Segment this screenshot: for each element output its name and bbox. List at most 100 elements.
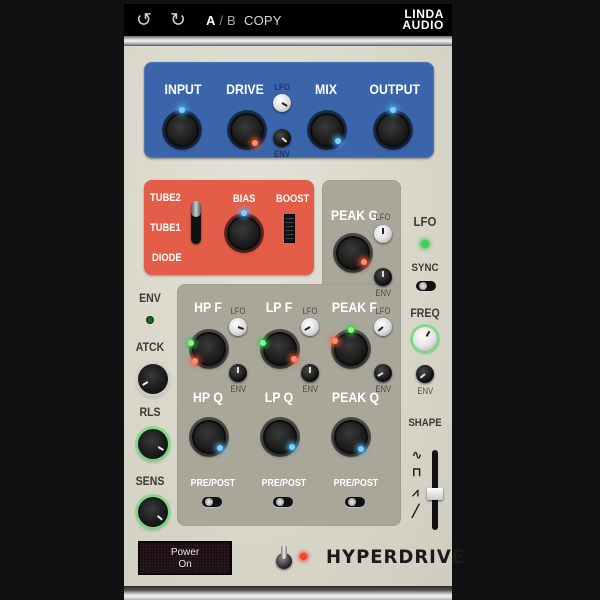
peak-g-knob[interactable] xyxy=(336,236,370,270)
hp-pre-post-toggle[interactable] xyxy=(202,497,222,507)
lp-q-knob[interactable] xyxy=(263,420,297,454)
peak-q-value-glow xyxy=(358,446,364,452)
peak-q-label: PEAK Q xyxy=(331,389,380,405)
sens-label: SENS xyxy=(135,474,165,488)
peak-f-env-mod-knob[interactable] xyxy=(374,364,392,382)
attack-knob[interactable] xyxy=(138,364,168,394)
hp-f-label: HP F xyxy=(194,299,222,315)
bias-knob[interactable] xyxy=(227,210,261,250)
release-knob[interactable] xyxy=(138,429,168,459)
lfo-env-label: ENV xyxy=(417,386,434,396)
mode-tube1-label: TUBE1 xyxy=(150,222,181,234)
input-knob[interactable] xyxy=(165,107,199,147)
output-knob[interactable] xyxy=(376,107,410,147)
peak-f-knob[interactable] xyxy=(332,327,368,366)
sync-label: SYNC xyxy=(411,262,439,274)
hp-q-knob[interactable] xyxy=(192,420,226,454)
input-value-glow xyxy=(179,107,185,113)
lp-f-env-mod-knob[interactable] xyxy=(301,364,319,382)
boost-switch[interactable] xyxy=(284,214,295,243)
plugin-toolbar: ↺ ↻ A / B COPY LINDA AUDIO xyxy=(124,4,452,36)
peak-g-env-mod-knob[interactable] xyxy=(374,268,392,286)
attack-label: ATCK xyxy=(135,340,165,354)
brand-line-2: AUDIO xyxy=(402,18,444,32)
power-toggle-switch[interactable] xyxy=(275,545,293,569)
undo-icon[interactable]: ↺ xyxy=(136,9,152,32)
lp-f-env-label: ENV xyxy=(302,384,319,394)
input-label: INPUT xyxy=(164,81,202,97)
lp-f-glow-green xyxy=(260,340,266,346)
lp-f-lfo-mod-knob[interactable] xyxy=(301,318,319,336)
env-led xyxy=(146,316,154,324)
peak-f-lfo-label: LFO xyxy=(375,306,391,316)
brand-logo: LINDA AUDIO xyxy=(402,8,444,32)
ab-compare-button[interactable]: A / B xyxy=(206,13,236,28)
release-label: RLS xyxy=(139,405,161,419)
hp-f-glow-red xyxy=(192,358,198,364)
tube-mode-switch[interactable] xyxy=(191,201,201,244)
drive-env-mod-knob[interactable] xyxy=(273,129,291,147)
hp-f-env-label: ENV xyxy=(230,384,247,394)
drive-knob[interactable] xyxy=(230,113,264,147)
hp-pre-post-label: PRE/POST xyxy=(190,478,236,489)
lfo-sync-toggle[interactable] xyxy=(416,281,436,291)
mode-diode-label: DIODE xyxy=(152,252,182,264)
preset-b-label: B xyxy=(227,13,236,28)
redo-icon[interactable]: ↻ xyxy=(170,9,186,32)
hp-f-glow-green xyxy=(188,340,194,346)
lp-q-value-glow xyxy=(289,444,295,450)
drive-env-label: ENV xyxy=(274,149,290,159)
power-display-line-1: Power xyxy=(170,547,200,558)
lp-f-knob[interactable] xyxy=(260,332,297,366)
peak-pre-post-toggle[interactable] xyxy=(345,497,365,507)
peak-f-glow-green xyxy=(348,327,354,333)
lp-f-label: LP F xyxy=(265,299,293,315)
sine-wave-icon: ∿ xyxy=(412,448,423,462)
lfo-freq-knob[interactable] xyxy=(413,327,437,351)
lp-f-lfo-label: LFO xyxy=(302,306,318,316)
env-title: ENV xyxy=(139,291,161,305)
preset-a-label: A xyxy=(206,13,216,28)
lp-pre-post-label: PRE/POST xyxy=(261,478,307,489)
sens-knob[interactable] xyxy=(138,497,168,527)
product-name: HYPERDRIVE xyxy=(326,546,466,568)
peak-f-lfo-mod-knob[interactable] xyxy=(374,318,392,336)
hp-q-label: HP Q xyxy=(193,389,223,405)
hp-f-knob[interactable] xyxy=(188,332,226,366)
boost-label: BOOST xyxy=(276,193,310,205)
bias-value-glow xyxy=(241,210,247,216)
lfo-shape-slider-thumb[interactable] xyxy=(427,488,443,500)
ramp-wave-icon: ╱ xyxy=(412,504,420,518)
hp-f-lfo-mod-knob[interactable] xyxy=(229,318,247,336)
square-wave-icon: ⊓ xyxy=(412,465,422,479)
lfo-env-mod-knob[interactable] xyxy=(416,365,434,383)
peak-g-lfo-label: LFO xyxy=(375,212,391,222)
ab-separator: / xyxy=(219,13,224,28)
tube-mode-switch-lever xyxy=(191,201,201,217)
output-label: OUTPUT xyxy=(369,81,421,97)
lfo-led xyxy=(421,240,429,248)
drive-value-glow xyxy=(252,140,258,146)
peak-q-knob[interactable] xyxy=(334,420,368,454)
copy-button[interactable]: COPY xyxy=(244,13,282,28)
peak-g-label: PEAK G xyxy=(330,207,379,223)
mix-knob[interactable] xyxy=(310,113,344,147)
mode-tube2-label: TUBE2 xyxy=(150,192,181,204)
power-led xyxy=(300,553,307,560)
lp-q-label: LP Q xyxy=(264,389,294,405)
drive-lfo-mod-knob[interactable] xyxy=(273,94,291,112)
freq-label: FREQ xyxy=(410,306,440,320)
mix-value-glow xyxy=(335,138,341,144)
hp-f-lfo-label: LFO xyxy=(230,306,246,316)
bias-label: BIAS xyxy=(233,193,256,205)
shape-label: SHAPE xyxy=(408,417,442,429)
drive-lfo-label: LFO xyxy=(274,82,290,92)
peak-g-lfo-mod-knob[interactable] xyxy=(374,225,392,243)
filter-panel xyxy=(177,284,401,526)
lp-pre-post-toggle[interactable] xyxy=(273,497,293,507)
power-display-line-2: On xyxy=(178,559,192,570)
hp-f-env-mod-knob[interactable] xyxy=(229,364,247,382)
top-metal-trim xyxy=(124,36,452,46)
lp-f-glow-red xyxy=(291,356,297,362)
power-display[interactable]: Power On xyxy=(138,541,232,575)
